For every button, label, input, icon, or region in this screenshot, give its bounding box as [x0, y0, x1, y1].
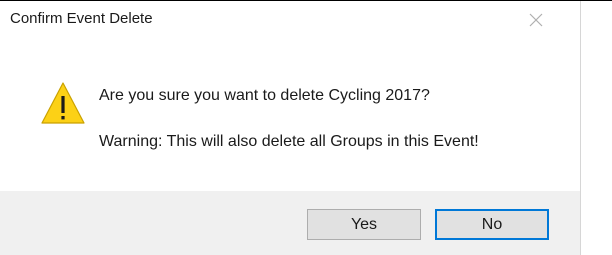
dialog-message: Are you sure you want to delete Cycling … [99, 87, 430, 104]
button-bar: Yes No [0, 191, 580, 255]
confirm-dialog: Confirm Event Delete Are you sure you wa… [0, 1, 581, 255]
close-icon[interactable] [524, 8, 548, 32]
dialog-warning: Warning: This will also delete all Group… [99, 133, 479, 150]
close-icon-glyph [529, 13, 543, 27]
yes-button[interactable]: Yes [307, 209, 421, 240]
dialog-title: Confirm Event Delete [10, 10, 153, 27]
warning-icon [39, 80, 87, 126]
screen: Confirm Event Delete Are you sure you wa… [0, 0, 612, 255]
no-button[interactable]: No [435, 209, 549, 240]
